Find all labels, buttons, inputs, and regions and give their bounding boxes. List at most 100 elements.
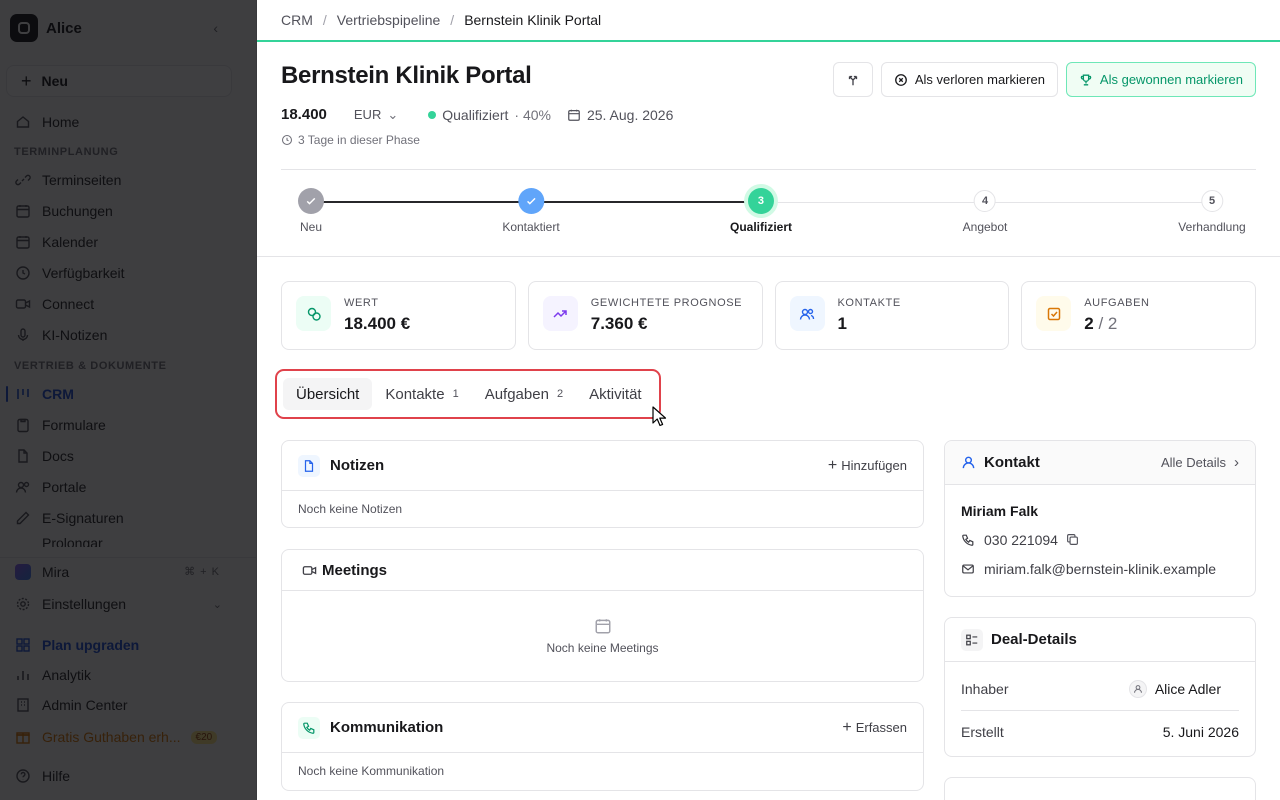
sidebar-item-connect[interactable]: Connect — [0, 290, 256, 318]
breadcrumb-crm[interactable]: CRM — [281, 12, 313, 28]
list-icon — [961, 628, 983, 651]
phase-duration: 3 Tage in dieser Phase — [281, 133, 420, 147]
deal-amount[interactable]: 18.400 — [281, 106, 327, 123]
calendar-icon — [595, 619, 610, 634]
video-icon — [15, 296, 31, 312]
sidebar-item-hilfe[interactable]: Hilfe — [0, 762, 256, 790]
workspace-switcher[interactable]: Alice ‹ — [0, 0, 256, 56]
chevron-down-icon: ⌄ — [212, 598, 222, 611]
sidebar-item-label: Terminseiten — [42, 172, 122, 188]
mira-logo-icon — [15, 563, 31, 580]
tab-activity[interactable]: Aktivität — [576, 378, 655, 410]
sidebar-item-mira[interactable]: Mira ⌘ + K — [0, 557, 256, 585]
sidebar-item-label: Gratis Guthaben erh... — [42, 729, 181, 745]
gear-icon — [15, 596, 31, 612]
meetings-card: Meetings Noch keine Meetings — [281, 549, 924, 682]
stage-step[interactable]: Neu — [298, 188, 324, 234]
meetings-card-header: Meetings — [282, 550, 923, 591]
phase-duration-text: 3 Tage in dieser Phase — [298, 133, 420, 147]
calendar-icon — [567, 108, 581, 122]
sidebar-item-formulare[interactable]: Formulare — [0, 411, 256, 439]
contact-phone[interactable]: 030 221094 — [984, 532, 1058, 548]
collapse-sidebar-icon[interactable]: ‹ — [213, 20, 218, 36]
sidebar-item-partial[interactable]: Prolongar — [0, 535, 256, 547]
tab-tasks[interactable]: Aufgaben 2 — [472, 378, 576, 410]
mark-won-button[interactable]: Als gewonnen markieren — [1065, 62, 1256, 97]
sidebar-item-label: Kalender — [42, 234, 99, 250]
sidebar-item-verfuegbarkeit[interactable]: Verfügbarkeit — [0, 259, 256, 287]
video-icon — [298, 559, 320, 581]
chevron-right-icon: › — [1234, 454, 1239, 471]
sidebar-item-crm[interactable]: CRM — [0, 380, 256, 408]
sidebar-item-label: E-Signaturen — [42, 510, 124, 526]
copy-icon[interactable] — [1066, 533, 1079, 546]
sidebar-item-label: Connect — [42, 296, 95, 312]
kanban-icon — [15, 386, 31, 402]
sidebar-item-docs[interactable]: Docs — [0, 442, 256, 470]
meetings-empty-state: Noch keine Meetings — [282, 591, 923, 681]
currency-select[interactable]: EUR ⌄ — [354, 107, 398, 123]
document-icon — [15, 448, 31, 464]
sidebar-item-terminseiten[interactable]: Terminseiten — [0, 166, 256, 194]
contact-name[interactable]: Miriam Falk — [945, 485, 1255, 519]
tasks-total: 2 — [1107, 314, 1118, 333]
sidebar-item-analytik[interactable]: Analytik — [0, 661, 256, 689]
contact-email[interactable]: miriam.falk@bernstein-klinik.example — [984, 561, 1216, 577]
mouse-cursor-icon — [652, 406, 667, 427]
stat-value: 2 / 2 — [1084, 314, 1149, 334]
sidebar-item-label: Home — [42, 114, 80, 130]
sidebar-item-ki-notizen[interactable]: KI-Notizen — [0, 321, 256, 349]
merge-icon — [848, 75, 858, 85]
sidebar-item-e-signaturen[interactable]: E-Signaturen — [0, 504, 256, 532]
check-icon — [298, 188, 324, 214]
owner-name: Alice Adler — [1154, 680, 1221, 697]
sidebar-item-label: Docs — [42, 448, 74, 464]
sidebar-item-buchungen[interactable]: Buchungen — [0, 197, 256, 225]
stage-step[interactable]: 5 Verhandlung — [1178, 188, 1246, 234]
sidebar-item-upgrade[interactable]: Plan upgraden — [0, 631, 256, 659]
stage-step-number: 4 — [974, 190, 996, 212]
stage-step-current[interactable]: 3 Qualifiziert — [730, 188, 792, 234]
tab-contacts[interactable]: Kontakte 1 — [372, 378, 471, 410]
calendar-check-icon — [15, 203, 31, 219]
notes-card-header: Notizen + Hinzufügen — [282, 441, 923, 491]
add-note-button[interactable]: + Hinzufügen — [828, 457, 907, 474]
owner-select[interactable]: Alice Adler — [1128, 679, 1221, 698]
breadcrumb-separator: / — [322, 12, 327, 28]
stage-step[interactable]: Kontaktiert — [502, 188, 560, 234]
deal-details-card: Deal-Details Inhaber Alice Adler Erstell… — [944, 617, 1256, 757]
stepper-divider — [257, 256, 1280, 257]
mark-lost-button[interactable]: Als verloren markieren — [880, 62, 1058, 97]
tab-overview[interactable]: Übersicht — [283, 378, 373, 410]
tasks-separator: / — [1098, 314, 1104, 333]
clipboard-icon — [15, 417, 31, 433]
meetings-card-title: Meetings — [322, 561, 388, 579]
merge-button[interactable] — [832, 62, 873, 97]
stat-value: 1 — [837, 314, 847, 333]
deal-created-row: Erstellt 5. Juni 2026 — [961, 710, 1239, 753]
users-icon — [789, 296, 825, 331]
new-button-label: Neu — [41, 73, 68, 89]
grid-icon — [15, 637, 31, 653]
all-details-link[interactable]: Alle Details › — [1161, 454, 1239, 471]
sidebar-item-credit[interactable]: Gratis Guthaben erh... €20 — [0, 723, 256, 751]
help-icon — [15, 768, 31, 784]
stat-card-tasks: AUFGABEN 2 / 2 — [1021, 281, 1256, 350]
close-date[interactable]: 25. Aug. 2026 — [587, 107, 673, 123]
deal-details-title: Deal-Details — [991, 631, 1077, 648]
log-communication-button[interactable]: + Erfassen — [842, 719, 907, 736]
sidebar-item-kalender[interactable]: Kalender — [0, 228, 256, 256]
stage-step[interactable]: 4 Angebot — [963, 188, 1007, 234]
new-button[interactable]: + Neu — [6, 65, 232, 97]
sidebar-item-einstellungen[interactable]: Einstellungen ⌄ — [0, 590, 256, 618]
sidebar-item-home[interactable]: Home — [0, 108, 256, 136]
stat-cards: WERT 18.400 € GEWICHTETE PROGNOSE 7.360 … — [281, 281, 1256, 350]
sidebar-item-portale[interactable]: Portale — [0, 473, 256, 501]
sidebar-item-label: Einstellungen — [42, 596, 127, 612]
sidebar-item-admin[interactable]: Admin Center — [0, 691, 256, 719]
tab-label: Aktivität — [589, 385, 642, 403]
note-icon — [298, 454, 320, 477]
stat-label: GEWICHTETE PROGNOSE — [590, 297, 743, 309]
coins-icon — [296, 296, 331, 331]
breadcrumb-pipeline[interactable]: Vertriebspipeline — [337, 12, 441, 28]
